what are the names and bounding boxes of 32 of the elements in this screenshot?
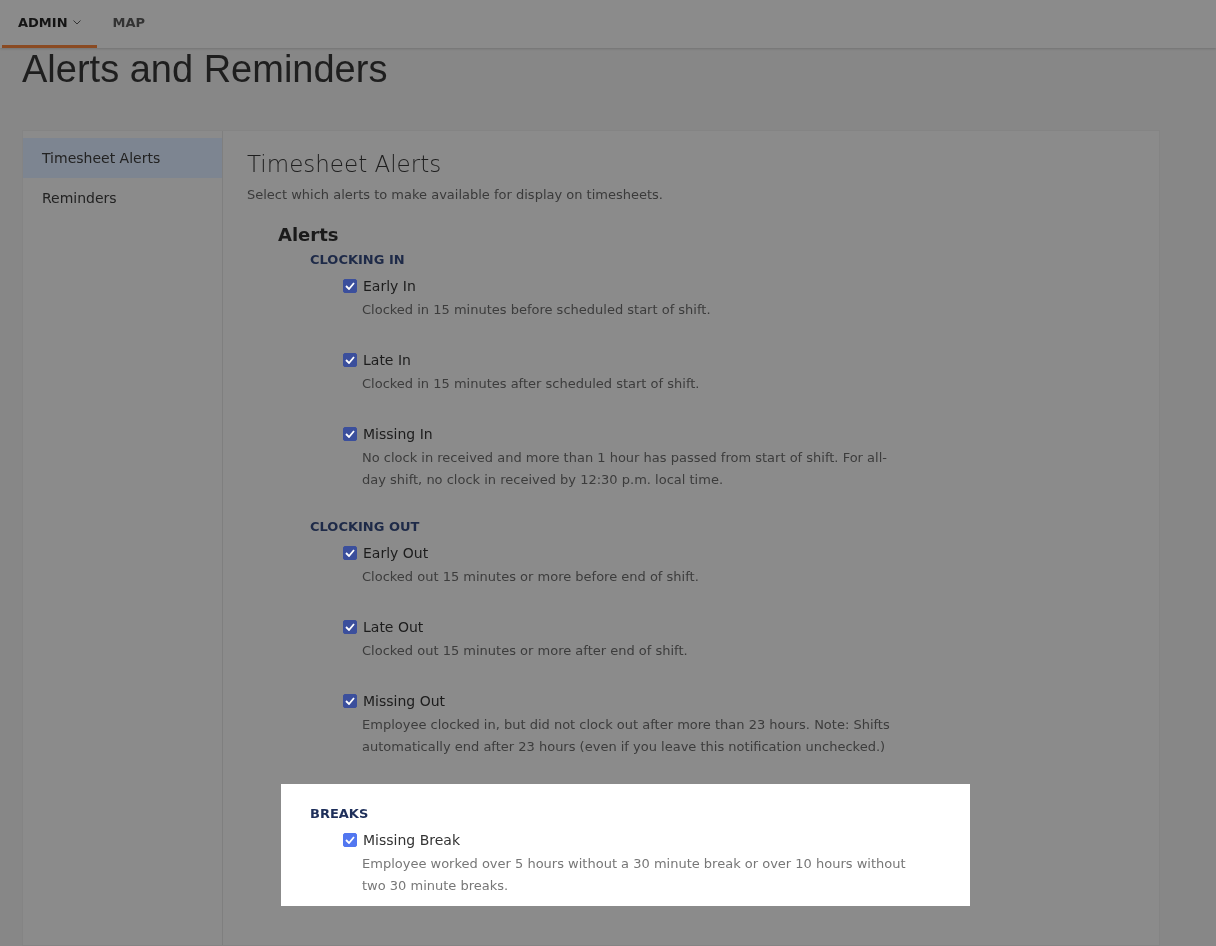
- checkbox-label: Early Out: [363, 545, 429, 561]
- alert-description: Clocked in 15 minutes after scheduled start of shift.: [362, 375, 701, 393]
- description-text: Select which alerts to make available for display on timesheets.: [247, 187, 664, 202]
- checkbox[interactable]: [343, 694, 357, 708]
- checkbox-label: Missing Out: [363, 693, 446, 709]
- alert-description: Clocked out 15 minutes or more before end of shift.: [362, 568, 700, 586]
- subsection-heading: Alerts: [278, 224, 340, 245]
- section-heading: Timesheet Alerts: [247, 151, 443, 177]
- page-title: Alerts and Reminders: [22, 48, 389, 92]
- alert-description: No clock in received and more than 1 hour has passed from start of shift. For all-day shift, no clock in received by 12:30 p.m. local time.: [362, 449, 888, 489]
- alert-description: Clocked in 15 minutes before scheduled start of shift.: [362, 301, 712, 319]
- nav-tab[interactable]: ADMIN: [2, 0, 97, 48]
- checkbox[interactable]: [343, 546, 357, 560]
- group-heading: CLOCKING IN: [310, 252, 406, 267]
- sidebar-item[interactable]: Reminders: [23, 178, 222, 218]
- alert-description: Clocked out 15 minutes or more after end of shift.: [362, 642, 689, 660]
- checkbox[interactable]: [343, 427, 357, 441]
- nav-tab[interactable]: MAP: [96, 0, 162, 48]
- sidebar-item[interactable]: Timesheet Alerts: [23, 138, 222, 178]
- checkbox[interactable]: [343, 353, 357, 367]
- group-heading: CLOCKING OUT: [310, 519, 421, 534]
- checkbox-label: Late In: [363, 352, 411, 368]
- checkbox-label: Missing In: [363, 426, 433, 442]
- checkbox[interactable]: [343, 279, 357, 293]
- checkbox[interactable]: [343, 620, 357, 634]
- alert-description: Employee worked over 5 hours without a 30 minute break or over 10 hours without two 30 minute breaks.: [362, 855, 907, 895]
- alert-description: Employee clocked in, but did not clock out after more than 23 hours. Note: Shifts automatically end after 23 hours (even if you leave this notification unchecked.): [362, 716, 891, 756]
- group-heading: BREAKS: [310, 806, 370, 821]
- checkbox-label: Late Out: [363, 619, 424, 635]
- checkbox-label: Missing Break: [363, 832, 460, 848]
- checkbox-label: Early In: [363, 278, 416, 294]
- checkbox[interactable]: [343, 833, 357, 847]
